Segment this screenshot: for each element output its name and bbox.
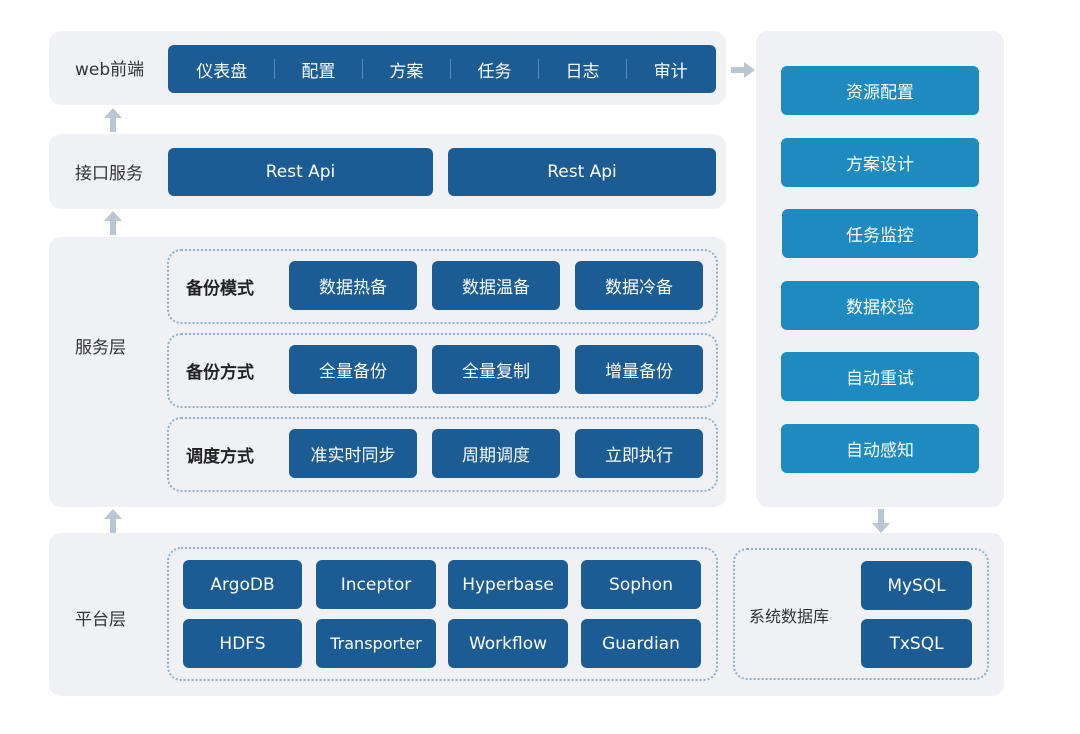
- nav-separator: [449, 59, 451, 79]
- nav-separator: [273, 59, 275, 79]
- argodb-button[interactable]: ArgoDB: [183, 560, 302, 609]
- web-frontend-label: web前端: [75, 60, 145, 80]
- backup-method-label: 备份方式: [186, 363, 254, 383]
- workflow-button[interactable]: Workflow: [448, 619, 568, 668]
- warm-backup-button[interactable]: 数据温备: [432, 261, 560, 310]
- task-monitor-button[interactable]: 任务监控: [782, 209, 978, 258]
- sophon-button[interactable]: Sophon: [581, 560, 701, 609]
- auto-retry-button[interactable]: 自动重试: [781, 352, 979, 401]
- mysql-button[interactable]: MySQL: [861, 561, 972, 610]
- immediate-execute-button[interactable]: 立即执行: [575, 429, 703, 478]
- hdfs-button[interactable]: HDFS: [183, 619, 302, 668]
- backup-mode-label: 备份模式: [186, 279, 254, 299]
- platform-layer-label: 平台层: [75, 610, 126, 630]
- arrow-up-icon: [104, 108, 122, 132]
- arrow-right-icon: [731, 62, 755, 78]
- nav-item-plan[interactable]: 方案: [389, 57, 423, 82]
- cold-backup-button[interactable]: 数据冷备: [575, 261, 703, 310]
- hot-backup-button[interactable]: 数据热备: [289, 261, 417, 310]
- nav-item-dashboard[interactable]: 仪表盘: [196, 57, 247, 82]
- nav-separator: [361, 59, 363, 79]
- full-backup-button[interactable]: 全量备份: [289, 345, 417, 394]
- hyperbase-button[interactable]: Hyperbase: [448, 560, 568, 609]
- data-verify-button[interactable]: 数据校验: [781, 281, 979, 330]
- full-copy-button[interactable]: 全量复制: [432, 345, 560, 394]
- rest-api-button[interactable]: Rest Api: [448, 148, 716, 196]
- nav-item-audit[interactable]: 审计: [654, 57, 688, 82]
- nav-separator: [537, 59, 539, 79]
- arrow-up-icon: [104, 211, 122, 235]
- arrow-up-icon: [104, 509, 122, 533]
- nav-item-config[interactable]: 配置: [301, 57, 335, 82]
- rest-api-button[interactable]: Rest Api: [168, 148, 433, 196]
- near-realtime-sync-button[interactable]: 准实时同步: [289, 429, 417, 478]
- resource-config-button[interactable]: 资源配置: [781, 66, 979, 115]
- service-layer-label: 服务层: [75, 338, 126, 358]
- transporter-button[interactable]: Transporter: [316, 619, 436, 668]
- web-frontend-nav: 仪表盘 配置 方案 任务 日志 审计: [168, 45, 716, 93]
- inceptor-button[interactable]: Inceptor: [316, 560, 436, 609]
- nav-item-log[interactable]: 日志: [566, 57, 600, 82]
- incremental-backup-button[interactable]: 增量备份: [575, 345, 703, 394]
- system-database-label: 系统数据库: [749, 607, 830, 626]
- txsql-button[interactable]: TxSQL: [861, 619, 972, 668]
- periodic-schedule-button[interactable]: 周期调度: [432, 429, 560, 478]
- schedule-method-label: 调度方式: [186, 447, 254, 467]
- nav-item-task[interactable]: 任务: [477, 57, 511, 82]
- interface-service-label: 接口服务: [75, 164, 143, 184]
- plan-design-button[interactable]: 方案设计: [781, 138, 979, 187]
- guardian-button[interactable]: Guardian: [581, 619, 701, 668]
- arrow-down-icon: [872, 509, 890, 533]
- nav-separator: [626, 59, 628, 79]
- auto-detect-button[interactable]: 自动感知: [781, 424, 979, 473]
